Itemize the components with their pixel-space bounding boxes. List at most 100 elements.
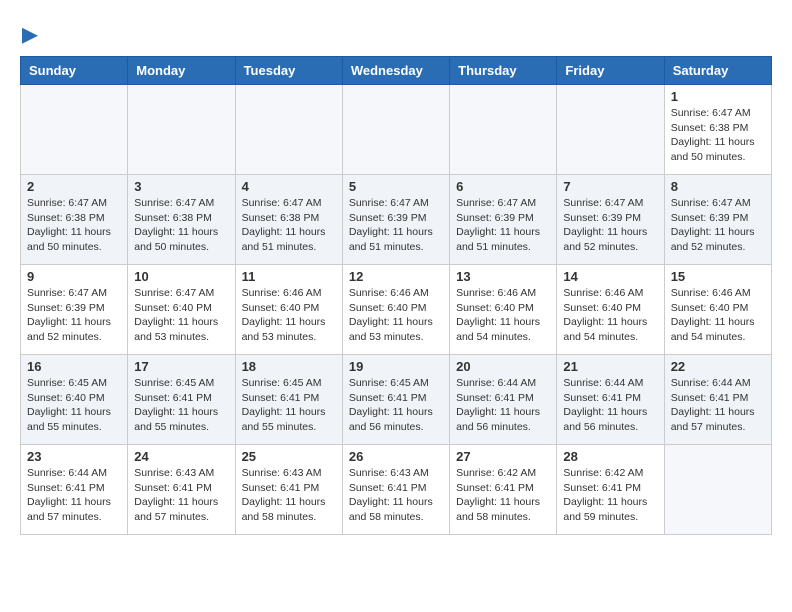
day-info: Sunrise: 6:45 AM Sunset: 6:41 PM Dayligh… <box>242 376 336 435</box>
calendar-cell: 20 Sunrise: 6:44 AM Sunset: 6:41 PM Dayli… <box>450 355 557 445</box>
calendar-cell: 7Sunrise: 6:47 AM Sunset: 6:39 PM Daylig… <box>557 175 664 265</box>
day-info: Sunrise: 6:43 AM Sunset: 6:41 PM Dayligh… <box>349 466 443 525</box>
day-number: 13 <box>456 269 550 284</box>
day-number: 15 <box>671 269 765 284</box>
day-info: Sunrise: 6:42 AM Sunset: 6:41 PM Dayligh… <box>456 466 550 525</box>
calendar-cell <box>342 85 449 175</box>
day-info: Sunrise: 6:47 AM Sunset: 6:38 PM Dayligh… <box>27 196 121 255</box>
day-number: 6 <box>456 179 550 194</box>
calendar-cell: 6 Sunrise: 6:47 AM Sunset: 6:39 PM Daylig… <box>450 175 557 265</box>
calendar-cell: 21 Sunrise: 6:44 AM Sunset: 6:41 PM Dayli… <box>557 355 664 445</box>
day-number: 10 <box>134 269 228 284</box>
day-info: Sunrise: 6:45 AM Sunset: 6:41 PM Dayligh… <box>349 376 443 435</box>
day-info: Sunrise: 6:45 AM Sunset: 6:40 PM Dayligh… <box>27 376 121 435</box>
day-info: Sunrise: 6:47 AM Sunset: 6:40 PM Dayligh… <box>134 286 228 345</box>
day-info: Sunrise: 6:47 AM Sunset: 6:39 PM Dayligh… <box>349 196 443 255</box>
day-number: 17 <box>134 359 228 374</box>
day-info: Sunrise: 6:43 AM Sunset: 6:41 PM Dayligh… <box>242 466 336 525</box>
calendar-cell: 9 Sunrise: 6:47 AM Sunset: 6:39 PM Daylig… <box>21 265 128 355</box>
day-info: Sunrise: 6:47 AM Sunset: 6:39 PM Dayligh… <box>456 196 550 255</box>
calendar-cell: 26 Sunrise: 6:43 AM Sunset: 6:41 PM Dayli… <box>342 445 449 535</box>
header <box>20 20 772 46</box>
day-info: Sunrise: 6:47 AM Sunset: 6:39 PM Dayligh… <box>27 286 121 345</box>
calendar-cell <box>664 445 771 535</box>
calendar-cell: 1 Sunrise: 6:47 AM Sunset: 6:38 PM Daylig… <box>664 85 771 175</box>
calendar-table: SundayMondayTuesdayWednesdayThursdayFrid… <box>20 56 772 535</box>
day-info: Sunrise: 6:46 AM Sunset: 6:40 PM Dayligh… <box>242 286 336 345</box>
day-number: 21 <box>563 359 657 374</box>
day-info: Sunrise: 6:47 AM Sunset: 6:38 PM Dayligh… <box>671 106 765 165</box>
calendar-cell: 18 Sunrise: 6:45 AM Sunset: 6:41 PM Dayli… <box>235 355 342 445</box>
logo-icon <box>22 28 38 44</box>
calendar-cell: 23Sunrise: 6:44 AM Sunset: 6:41 PM Dayli… <box>21 445 128 535</box>
calendar-cell: 28 Sunrise: 6:42 AM Sunset: 6:41 PM Dayli… <box>557 445 664 535</box>
day-info: Sunrise: 6:45 AM Sunset: 6:41 PM Dayligh… <box>134 376 228 435</box>
day-number: 24 <box>134 449 228 464</box>
day-number: 7 <box>563 179 657 194</box>
calendar-cell: 19 Sunrise: 6:45 AM Sunset: 6:41 PM Dayli… <box>342 355 449 445</box>
day-number: 12 <box>349 269 443 284</box>
day-number: 11 <box>242 269 336 284</box>
calendar-cell: 13 Sunrise: 6:46 AM Sunset: 6:40 PM Dayli… <box>450 265 557 355</box>
calendar-week-1: 1 Sunrise: 6:47 AM Sunset: 6:38 PM Daylig… <box>21 85 772 175</box>
calendar-cell: 2 Sunrise: 6:47 AM Sunset: 6:38 PM Daylig… <box>21 175 128 265</box>
calendar-cell: 8 Sunrise: 6:47 AM Sunset: 6:39 PM Daylig… <box>664 175 771 265</box>
day-info: Sunrise: 6:44 AM Sunset: 6:41 PM Dayligh… <box>563 376 657 435</box>
day-info: Sunrise: 6:44 AM Sunset: 6:41 PM Dayligh… <box>456 376 550 435</box>
calendar-cell <box>450 85 557 175</box>
calendar-week-5: 23Sunrise: 6:44 AM Sunset: 6:41 PM Dayli… <box>21 445 772 535</box>
calendar-cell: 17 Sunrise: 6:45 AM Sunset: 6:41 PM Dayli… <box>128 355 235 445</box>
calendar-header-wednesday: Wednesday <box>342 57 449 85</box>
day-number: 2 <box>27 179 121 194</box>
calendar-header-monday: Monday <box>128 57 235 85</box>
day-number: 26 <box>349 449 443 464</box>
calendar-header-row: SundayMondayTuesdayWednesdayThursdayFrid… <box>21 57 772 85</box>
calendar-cell: 15 Sunrise: 6:46 AM Sunset: 6:40 PM Dayli… <box>664 265 771 355</box>
calendar-cell: 22Sunrise: 6:44 AM Sunset: 6:41 PM Dayli… <box>664 355 771 445</box>
day-number: 3 <box>134 179 228 194</box>
logo <box>20 20 38 46</box>
day-number: 19 <box>349 359 443 374</box>
calendar-header-sunday: Sunday <box>21 57 128 85</box>
calendar-header-tuesday: Tuesday <box>235 57 342 85</box>
calendar-cell <box>21 85 128 175</box>
calendar-week-4: 16 Sunrise: 6:45 AM Sunset: 6:40 PM Dayli… <box>21 355 772 445</box>
day-info: Sunrise: 6:44 AM Sunset: 6:41 PM Dayligh… <box>27 466 121 525</box>
calendar-cell <box>235 85 342 175</box>
day-info: Sunrise: 6:47 AM Sunset: 6:38 PM Dayligh… <box>134 196 228 255</box>
day-info: Sunrise: 6:47 AM Sunset: 6:39 PM Dayligh… <box>671 196 765 255</box>
calendar-week-3: 9 Sunrise: 6:47 AM Sunset: 6:39 PM Daylig… <box>21 265 772 355</box>
calendar-header-thursday: Thursday <box>450 57 557 85</box>
day-info: Sunrise: 6:46 AM Sunset: 6:40 PM Dayligh… <box>456 286 550 345</box>
calendar-cell: 5 Sunrise: 6:47 AM Sunset: 6:39 PM Daylig… <box>342 175 449 265</box>
calendar-cell: 14Sunrise: 6:46 AM Sunset: 6:40 PM Dayli… <box>557 265 664 355</box>
calendar-cell: 25 Sunrise: 6:43 AM Sunset: 6:41 PM Dayli… <box>235 445 342 535</box>
calendar-cell: 11 Sunrise: 6:46 AM Sunset: 6:40 PM Dayli… <box>235 265 342 355</box>
day-number: 16 <box>27 359 121 374</box>
day-number: 27 <box>456 449 550 464</box>
calendar-cell: 16 Sunrise: 6:45 AM Sunset: 6:40 PM Dayli… <box>21 355 128 445</box>
calendar-cell: 12 Sunrise: 6:46 AM Sunset: 6:40 PM Dayli… <box>342 265 449 355</box>
day-info: Sunrise: 6:43 AM Sunset: 6:41 PM Dayligh… <box>134 466 228 525</box>
day-number: 18 <box>242 359 336 374</box>
day-info: Sunrise: 6:47 AM Sunset: 6:38 PM Dayligh… <box>242 196 336 255</box>
calendar-header-friday: Friday <box>557 57 664 85</box>
day-info: Sunrise: 6:46 AM Sunset: 6:40 PM Dayligh… <box>563 286 657 345</box>
day-number: 20 <box>456 359 550 374</box>
day-info: Sunrise: 6:46 AM Sunset: 6:40 PM Dayligh… <box>671 286 765 345</box>
calendar-cell: 4 Sunrise: 6:47 AM Sunset: 6:38 PM Daylig… <box>235 175 342 265</box>
calendar-week-2: 2 Sunrise: 6:47 AM Sunset: 6:38 PM Daylig… <box>21 175 772 265</box>
day-number: 8 <box>671 179 765 194</box>
day-info: Sunrise: 6:46 AM Sunset: 6:40 PM Dayligh… <box>349 286 443 345</box>
day-number: 5 <box>349 179 443 194</box>
day-number: 25 <box>242 449 336 464</box>
day-number: 1 <box>671 89 765 104</box>
day-number: 4 <box>242 179 336 194</box>
day-number: 28 <box>563 449 657 464</box>
calendar-header-saturday: Saturday <box>664 57 771 85</box>
calendar-cell: 3 Sunrise: 6:47 AM Sunset: 6:38 PM Daylig… <box>128 175 235 265</box>
day-info: Sunrise: 6:42 AM Sunset: 6:41 PM Dayligh… <box>563 466 657 525</box>
calendar-cell: 27 Sunrise: 6:42 AM Sunset: 6:41 PM Dayli… <box>450 445 557 535</box>
day-number: 22 <box>671 359 765 374</box>
day-number: 9 <box>27 269 121 284</box>
